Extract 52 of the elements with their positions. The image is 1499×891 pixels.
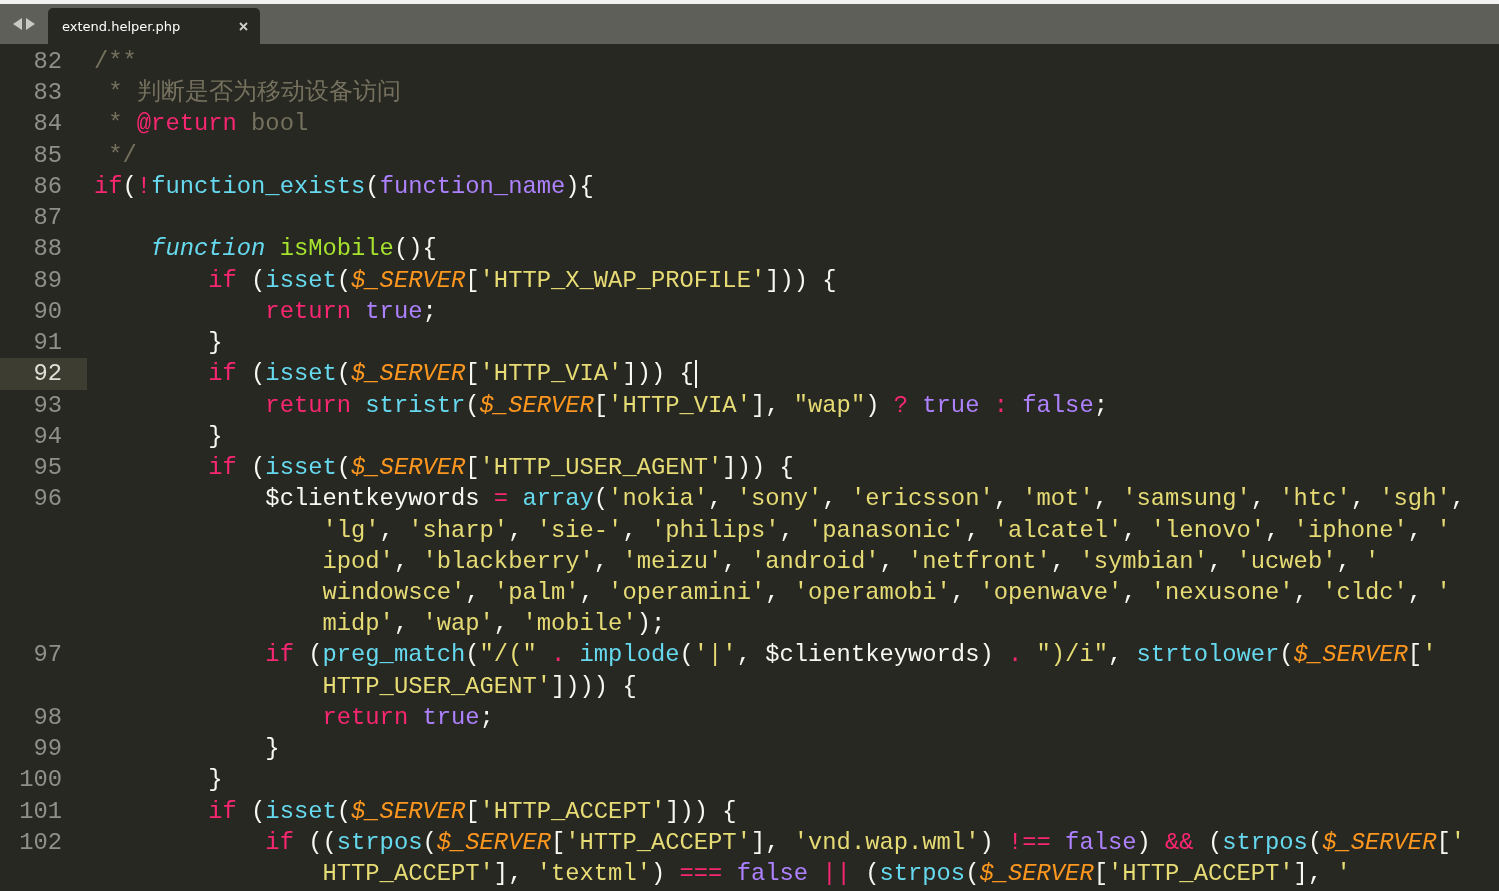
line-number: 88	[33, 234, 62, 265]
code-line: if ((strpos($_SERVER['HTTP_ACCEPT'], 'vnd.wap.wml') !== false) && (strpos($_SERVER['	[265, 827, 1465, 858]
line-number: 87	[33, 203, 62, 234]
line-number: 83	[33, 78, 62, 109]
line-number: 84	[33, 109, 62, 140]
code-line: if(!function_exists(function_name){	[94, 171, 594, 202]
close-icon[interactable]	[239, 21, 248, 31]
code-line: if (isset($_SERVER['HTTP_VIA'])) {	[208, 359, 694, 390]
code-line: $clientkeywords = array('nokia', 'sony', 'ericsson', 'mot', 'samsung', 'htc', 'sgh',	[265, 484, 1465, 515]
code-line: HTTP_ACCEPT'], 'textml') === false || (strpos($_SERVER['HTTP_ACCEPT'], '	[322, 859, 1351, 890]
line-number: 99	[33, 734, 62, 765]
code-line: return true;	[265, 296, 437, 327]
line-number: 101	[19, 796, 62, 827]
code-line: */	[108, 140, 137, 171]
code-line: * 判断是否为移动设备访问	[108, 78, 401, 109]
line-number: 91	[33, 328, 62, 359]
code-line: if (isset($_SERVER['HTTP_X_WAP_PROFILE'])) {	[208, 265, 837, 296]
code-line: }	[208, 421, 223, 452]
line-number: 95	[33, 453, 62, 484]
line-number: 90	[33, 296, 62, 327]
line-number: 100	[19, 765, 62, 796]
code-line: function isMobile(){	[151, 234, 437, 265]
line-number: 102	[19, 827, 62, 858]
line-number: 92	[33, 359, 62, 390]
line-number: 89	[33, 265, 62, 296]
line-number: 96	[33, 484, 62, 515]
code-line: }	[265, 734, 280, 765]
code-line: if (preg_match("/(" . implode('|', $clientkeywords) . ")/i", strtolower($_SERVER['	[265, 640, 1437, 671]
code-line: HTTP_USER_AGENT']))) {	[322, 671, 637, 702]
line-number: 93	[33, 390, 62, 421]
text-cursor	[694, 359, 697, 388]
code-line: }	[208, 328, 223, 359]
code-line: /**	[94, 47, 137, 77]
code-line: }	[208, 765, 223, 796]
line-number: 86	[33, 171, 62, 202]
line-number: 94	[33, 421, 62, 452]
code-line: windowsce', 'palm', 'operamini', 'operamobi', 'openwave', 'nexusone', 'cldc', '	[322, 578, 1451, 608]
code-line: return stristr($_SERVER['HTTP_VIA'], "wap") ? true : false;	[265, 390, 1108, 421]
code-line: * @return bool	[108, 109, 309, 140]
line-number: 98	[33, 702, 62, 733]
code-line: midp', 'wap', 'mobile');	[322, 609, 666, 640]
code-line: if (isset($_SERVER['HTTP_ACCEPT'])) {	[208, 796, 737, 827]
left-arrow-icon[interactable]	[13, 18, 22, 30]
code-line: if (isset($_SERVER['HTTP_USER_AGENT'])) {	[208, 453, 794, 484]
file-tab[interactable]: extend.helper.php	[48, 8, 260, 44]
line-number: 82	[33, 47, 62, 77]
code-line: 'lg', 'sharp', 'sie-', 'philips', 'panasonic', 'alcatel', 'lenovo', 'iphone', '	[322, 515, 1451, 546]
code-line: ipod', 'blackberry', 'meizu', 'android', 'netfront', 'symbian', 'ucweb', '	[322, 546, 1380, 577]
code-line: return true;	[322, 702, 494, 733]
line-number: 97	[33, 640, 62, 671]
line-number: 85	[33, 140, 62, 171]
right-arrow-icon[interactable]	[26, 18, 35, 30]
